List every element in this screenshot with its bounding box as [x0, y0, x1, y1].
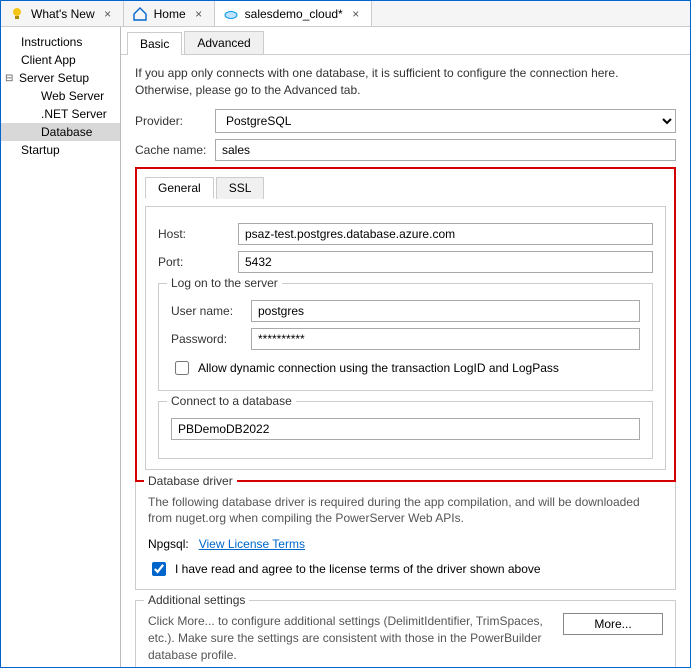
tab-ssl[interactable]: SSL [216, 177, 265, 199]
agree-checkbox[interactable] [152, 562, 166, 576]
nav-web-server[interactable]: Web Server [1, 87, 120, 105]
more-button[interactable]: More... [563, 613, 663, 635]
additional-desc: Click More... to configure additional se… [148, 613, 551, 663]
document-tabstrip: What's New × Home × salesdemo_cloud* × [1, 1, 690, 27]
doc-tab-label: salesdemo_cloud* [245, 7, 343, 21]
host-input[interactable] [238, 223, 653, 245]
agree-label: I have read and agree to the license ter… [175, 562, 541, 576]
dynamic-connection-label: Allow dynamic connection using the trans… [198, 361, 559, 375]
doc-tab-label: What's New [31, 7, 95, 21]
tab-general[interactable]: General [145, 177, 214, 199]
cloud-icon [223, 6, 239, 22]
port-input[interactable] [238, 251, 653, 273]
nav-startup[interactable]: Startup [1, 141, 120, 159]
close-icon[interactable]: × [349, 7, 363, 21]
tab-advanced[interactable]: Advanced [184, 31, 263, 54]
dynamic-connection-checkbox[interactable] [175, 361, 189, 375]
user-label: User name: [171, 304, 251, 318]
nav-tree: Instructions Client App Server Setup Web… [1, 27, 121, 667]
doc-tab-home[interactable]: Home × [124, 1, 215, 26]
close-icon[interactable]: × [192, 7, 206, 21]
cache-label: Cache name: [135, 143, 215, 157]
cache-input[interactable] [215, 139, 676, 161]
additional-title: Additional settings [144, 593, 249, 607]
license-link[interactable]: View License Terms [199, 537, 305, 551]
provider-select[interactable]: PostgreSQL [215, 109, 676, 133]
close-icon[interactable]: × [101, 7, 115, 21]
provider-label: Provider: [135, 114, 215, 128]
driver-desc: The following database driver is require… [148, 494, 663, 528]
home-icon [132, 6, 148, 22]
connect-legend: Connect to a database [167, 394, 296, 408]
port-label: Port: [158, 255, 238, 269]
doc-tab-label: Home [154, 7, 186, 21]
password-input[interactable] [251, 328, 640, 350]
tab-basic[interactable]: Basic [127, 32, 182, 55]
database-input[interactable] [171, 418, 640, 440]
nav-server-setup[interactable]: Server Setup [1, 69, 120, 87]
driver-title: Database driver [144, 474, 237, 488]
config-subtabs: Basic Advanced [121, 27, 690, 54]
nav-instructions[interactable]: Instructions [1, 33, 120, 51]
nav-net-server[interactable]: .NET Server [1, 105, 120, 123]
password-label: Password: [171, 332, 251, 346]
nav-client-app[interactable]: Client App [1, 51, 120, 69]
user-input[interactable] [251, 300, 640, 322]
doc-tab-whatsnew[interactable]: What's New × [1, 1, 124, 26]
intro-text: If you app only connects with one databa… [135, 65, 676, 99]
doc-tab-salesdemo[interactable]: salesdemo_cloud* × [215, 1, 372, 26]
bulb-icon [9, 6, 25, 22]
npgsql-label: Npgsql: [148, 537, 189, 551]
host-label: Host: [158, 227, 238, 241]
nav-database[interactable]: Database [1, 123, 120, 141]
logon-legend: Log on to the server [167, 276, 282, 290]
